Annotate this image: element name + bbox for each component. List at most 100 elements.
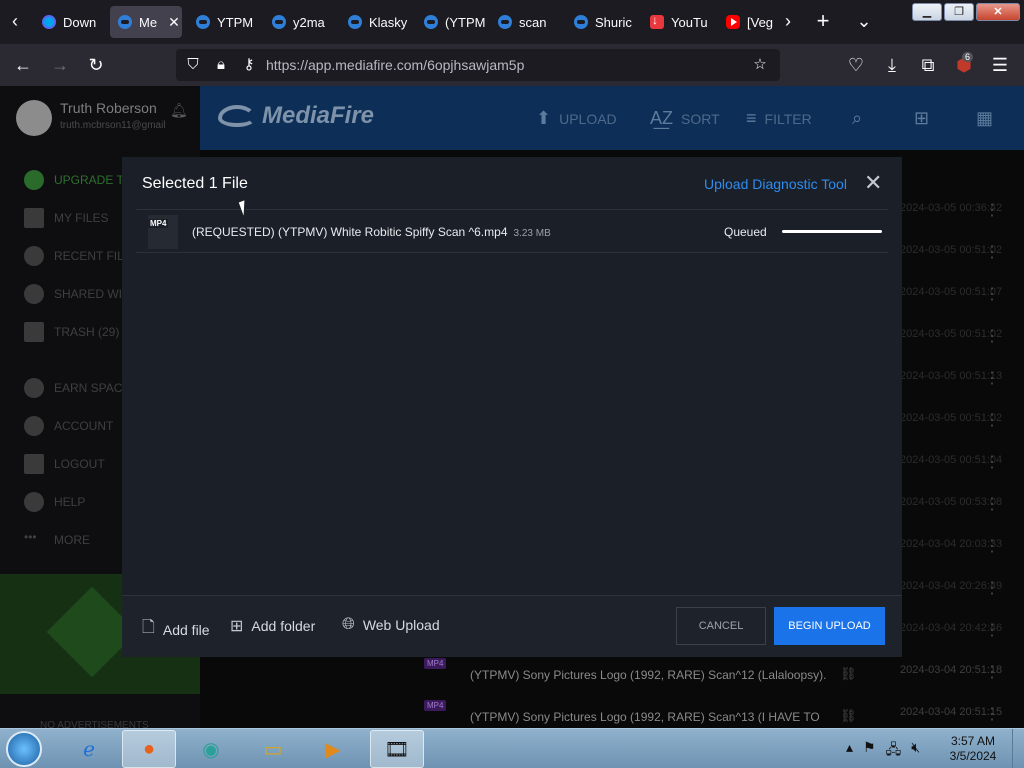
more-options-icon[interactable]: ⋮: [984, 536, 1000, 556]
browser-tab[interactable]: YTPM: [188, 6, 260, 38]
sidebar-item-upgrade[interactable]: UPGRADE T: [24, 168, 124, 192]
sidebar-item-account[interactable]: ACCOUNT: [24, 414, 113, 438]
user-email: truth.mcbrson11@gmail: [60, 120, 166, 131]
back-icon[interactable]: ←: [10, 52, 36, 78]
more-options-icon[interactable]: ⋮: [984, 242, 1000, 262]
more-options-icon[interactable]: ⋮: [984, 410, 1000, 430]
permissions-icon[interactable]: ⚷: [237, 53, 261, 77]
sidebar-item-shared[interactable]: SHARED WI: [24, 282, 122, 306]
upload-button[interactable]: ⬆ UPLOAD: [536, 108, 617, 129]
extensions-icon[interactable]: ⧉: [915, 52, 941, 78]
action-center-flag-icon[interactable]: ⚑: [863, 739, 876, 763]
browser-tab[interactable]: Shuric: [566, 6, 638, 38]
forward-icon[interactable]: →: [47, 52, 73, 78]
sidebar-item-trash[interactable]: TRASH (29): [24, 320, 119, 344]
gear-icon: [24, 416, 44, 436]
link-icon[interactable]: ⛓: [840, 666, 857, 682]
download-icon: [650, 13, 664, 29]
downloads-icon[interactable]: ⤓: [879, 52, 905, 78]
file-explorer-icon[interactable]: ▭: [246, 730, 300, 768]
show-desktop-button[interactable]: [1012, 729, 1024, 768]
add-folder-button[interactable]: ⊞ Add folder: [230, 616, 315, 636]
list-tabs-icon[interactable]: ⌄: [853, 10, 875, 32]
more-options-icon[interactable]: ⋮: [984, 326, 1000, 346]
sidebar-item-help[interactable]: HELP: [24, 490, 85, 514]
browser-tab[interactable]: Down: [34, 6, 106, 38]
firefox-taskbar-icon[interactable]: ●: [122, 730, 176, 768]
sidebar-item-more[interactable]: ••• MORE: [24, 528, 90, 552]
url-bar[interactable]: ⛉ 🔒︎ ⚷ https://app.mediafire.com/6opjhsa…: [176, 49, 780, 81]
show-hidden-icons-icon[interactable]: ▴: [846, 739, 853, 763]
tab-close-icon[interactable]: ✕: [168, 14, 180, 31]
grid-view-icon[interactable]: ▦: [976, 108, 993, 129]
new-folder-icon[interactable]: ⊞: [914, 108, 929, 129]
internet-explorer-icon[interactable]: ℯ: [62, 730, 116, 768]
firefox-icon: [42, 15, 56, 29]
minimize-icon[interactable]: ▁: [912, 3, 942, 21]
bell-icon[interactable]: 🔔︎: [170, 102, 188, 119]
close-icon[interactable]: ✕: [864, 171, 882, 195]
web-upload-button[interactable]: 🌐︎ Web Upload: [342, 616, 440, 634]
add-file-button[interactable]: 🗋︎ Add file: [142, 616, 210, 643]
filter-button[interactable]: ≡ FILTER: [746, 108, 812, 129]
browser-tab-active[interactable]: Me ✕: [110, 6, 182, 38]
sidebar-item-logout[interactable]: LOGOUT: [24, 452, 105, 476]
more-options-icon[interactable]: ⋮: [984, 200, 1000, 220]
link-icon[interactable]: ⛓: [840, 708, 857, 724]
more-options-icon[interactable]: ⋮: [984, 452, 1000, 472]
tab-scroll-left-icon[interactable]: ‹: [4, 10, 26, 32]
search-icon[interactable]: ⌕: [852, 108, 862, 129]
more-options-icon[interactable]: ⋮: [984, 368, 1000, 388]
file-type-badge: MP4: [424, 658, 447, 669]
media-player-icon[interactable]: ▶: [306, 730, 360, 768]
menu-icon[interactable]: ☰: [987, 52, 1013, 78]
network-icon[interactable]: 🖧︎: [886, 739, 902, 763]
queued-file-name: (REQUESTED) (YTPMV) White Robitic Spiffy…: [192, 225, 508, 239]
browser-tab[interactable]: [Veg: [718, 6, 774, 38]
pocket-icon[interactable]: ♡: [843, 52, 869, 78]
reload-icon[interactable]: ↻: [83, 52, 109, 78]
more-options-icon[interactable]: ⋮: [984, 620, 1000, 640]
sort-button[interactable]: A͟Z SORT: [650, 108, 720, 129]
browser-tab[interactable]: Klasky: [340, 6, 412, 38]
file-type-tag: MP4: [148, 219, 169, 228]
tab-scroll-right-icon[interactable]: ›: [777, 10, 799, 32]
restore-icon[interactable]: ❐: [944, 3, 974, 21]
url-text[interactable]: https://app.mediafire.com/6opjhsawjam5p: [266, 57, 524, 73]
volume-muted-icon[interactable]: 🔇︎: [911, 739, 920, 763]
more-options-icon[interactable]: ⋮: [984, 494, 1000, 514]
browser-tab[interactable]: y2ma: [264, 6, 336, 38]
new-tab-icon[interactable]: +: [812, 10, 834, 32]
table-row[interactable]: MP4 (YTPMV) Sony Pictures Logo (1992, RA…: [200, 696, 1024, 728]
begin-upload-button[interactable]: BEGIN UPLOAD: [774, 607, 885, 645]
mediafire-logo[interactable]: MediaFire: [218, 102, 374, 130]
shield-icon[interactable]: ⛉: [181, 53, 205, 77]
clock-icon: [24, 246, 44, 266]
bookmark-star-icon[interactable]: ☆: [748, 53, 772, 77]
file-name[interactable]: (YTPMV) Sony Pictures Logo (1992, RARE) …: [470, 668, 826, 682]
sidebar-item-earn-space[interactable]: EARN SPAC: [24, 376, 122, 400]
app-taskbar-icon[interactable]: ◉: [184, 730, 238, 768]
lock-icon[interactable]: 🔒︎: [209, 53, 233, 77]
browser-tab[interactable]: YouTu: [642, 6, 714, 38]
video-editor-icon[interactable]: 🎞︎: [370, 730, 424, 768]
divider: [136, 209, 888, 210]
cancel-button[interactable]: CANCEL: [676, 607, 766, 645]
add-folder-icon: ⊞: [230, 618, 244, 635]
browser-tab[interactable]: scan: [490, 6, 562, 38]
more-options-icon[interactable]: ⋮: [984, 578, 1000, 598]
upload-diagnostic-link[interactable]: Upload Diagnostic Tool: [704, 176, 847, 192]
close-window-icon[interactable]: ✕: [976, 3, 1020, 21]
sidebar-item-recent-files[interactable]: RECENT FIL: [24, 244, 124, 268]
more-options-icon[interactable]: ⋮: [984, 704, 1000, 724]
user-name: Truth Roberson: [60, 100, 157, 116]
user-profile[interactable]: Truth Roberson truth.mcbrson11@gmail: [16, 100, 166, 136]
more-options-icon[interactable]: ⋮: [984, 662, 1000, 682]
system-clock[interactable]: 3:57 AM 3/5/2024: [938, 734, 1008, 764]
start-button[interactable]: [6, 731, 42, 767]
browser-tab[interactable]: (YTPM: [416, 6, 488, 38]
sidebar-item-my-files[interactable]: MY FILES: [24, 206, 108, 230]
table-row[interactable]: MP4 (YTPMV) Sony Pictures Logo (1992, RA…: [200, 654, 1024, 696]
more-options-icon[interactable]: ⋮: [984, 284, 1000, 304]
file-name[interactable]: (YTPMV) Sony Pictures Logo (1992, RARE) …: [470, 710, 820, 724]
